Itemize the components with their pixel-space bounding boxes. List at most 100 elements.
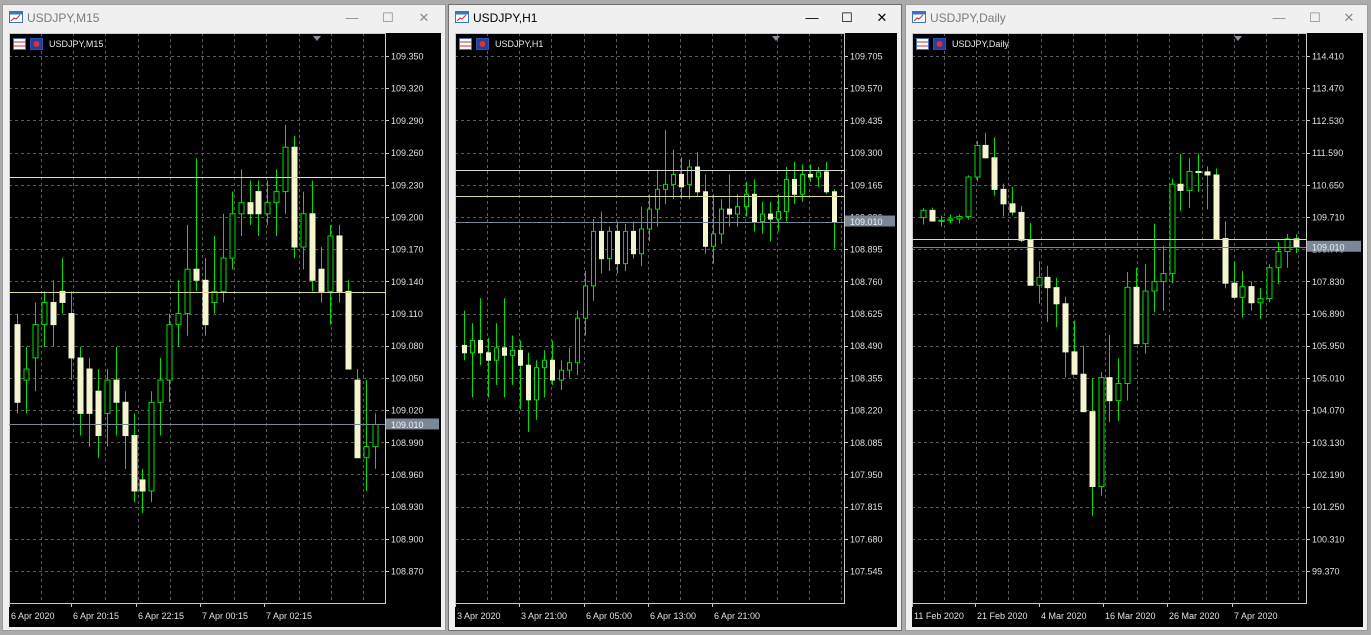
candle-body xyxy=(202,279,209,326)
candle-body xyxy=(655,188,660,210)
candle-body xyxy=(510,349,515,356)
candle-body xyxy=(77,357,84,414)
candle-body xyxy=(663,183,668,190)
candle-body xyxy=(920,209,927,219)
candle-body xyxy=(526,364,531,401)
candle-body xyxy=(559,369,564,381)
x-tick-label: 26 Mar 2020 xyxy=(1169,611,1220,621)
chart-window-m15[interactable]: USDJPY,M15 — ☐ ✕ 109.350 109.320 109.290 10… xyxy=(2,4,446,631)
chart-window-icon xyxy=(9,10,23,24)
y-tick-label: 108.220 xyxy=(850,406,883,416)
y-tick-label: 107.680 xyxy=(850,534,883,544)
close-button[interactable]: ✕ xyxy=(871,8,893,28)
candle-body xyxy=(1231,282,1238,298)
candle-body xyxy=(671,173,676,185)
y-tick-label: 108.900 xyxy=(391,534,424,544)
candle-body xyxy=(982,144,989,159)
y-tick-label: 109.260 xyxy=(391,148,424,158)
candle-body xyxy=(711,233,716,247)
y-tick-label: 109.435 xyxy=(850,116,883,126)
y-tick-label: 108.990 xyxy=(391,438,424,448)
y-tick-label: 100.310 xyxy=(1312,534,1345,544)
y-tick-label: 109.080 xyxy=(391,341,424,351)
window-titlebar[interactable]: USDJPY,H1 — ☐ ✕ xyxy=(449,5,901,31)
candle-body xyxy=(808,173,813,178)
minimize-button[interactable]: — xyxy=(1268,8,1290,28)
candle-body xyxy=(1222,238,1229,284)
candle xyxy=(965,175,972,220)
y-tick-label: 108.490 xyxy=(850,341,883,351)
x-tick-label: 6 Apr 13:00 xyxy=(650,611,696,621)
minimize-button[interactable]: — xyxy=(801,8,823,28)
y-tick-label: 105.950 xyxy=(1312,341,1345,351)
y-tick-label: 109.140 xyxy=(391,277,424,287)
candlestick-chart-h1[interactable]: 109.705 109.570 109.435 109.300 109.165 109.0… xyxy=(455,33,897,627)
chart-window-h1[interactable]: USDJPY,H1 — ☐ ✕ 109.705 109.570 109.435 109… xyxy=(448,4,902,631)
y-tick-label: 109.350 xyxy=(391,52,424,62)
y-tick-label: 108.085 xyxy=(850,438,883,448)
maximize-button[interactable]: ☐ xyxy=(1304,8,1326,28)
candlestick-chart-m15[interactable]: 109.350 109.320 109.290 109.260 109.230 109.2… xyxy=(9,33,441,627)
x-tick-label: 16 Mar 2020 xyxy=(1105,611,1156,621)
candle xyxy=(1213,168,1220,240)
window-titlebar[interactable]: USDJPY,Daily — ☐ ✕ xyxy=(906,5,1367,31)
candle xyxy=(1098,372,1105,496)
chart-symbol-label: USDJPY,Daily xyxy=(952,39,1009,49)
minimize-button[interactable]: — xyxy=(341,8,363,28)
candle-body xyxy=(345,290,352,370)
candle-body xyxy=(14,324,21,403)
current-price-label: 109.010 xyxy=(391,420,424,430)
y-tick-label: 109.710 xyxy=(1312,212,1345,222)
candle-body xyxy=(1257,298,1264,304)
candle-body xyxy=(50,301,57,326)
price-chart[interactable]: 109.705 109.570 109.435 109.300 109.165 109.0… xyxy=(455,33,897,627)
candle-body xyxy=(354,379,361,459)
candle-body xyxy=(1044,276,1051,289)
candle-body xyxy=(784,178,789,213)
x-tick-label: 6 Apr 05:00 xyxy=(586,611,632,621)
y-tick-label: 109.570 xyxy=(850,84,883,94)
price-chart[interactable]: 109.350 109.320 109.290 109.260 109.230 109.2… xyxy=(9,33,441,627)
candle-body xyxy=(1142,290,1149,345)
candle-body xyxy=(550,359,555,381)
candle-body xyxy=(122,401,129,437)
candle-body xyxy=(41,301,48,326)
candle xyxy=(1124,271,1131,401)
flag-us-icon xyxy=(13,38,26,50)
close-button[interactable]: ✕ xyxy=(413,8,435,28)
candle-body xyxy=(947,218,954,221)
candle-body xyxy=(211,290,218,303)
maximize-button[interactable]: ☐ xyxy=(377,8,399,28)
candle-body xyxy=(148,401,155,492)
candle-body xyxy=(1133,286,1140,345)
candle-body xyxy=(1284,238,1291,253)
y-tick-label: 107.545 xyxy=(850,567,883,577)
candle-body xyxy=(166,324,173,381)
chart-window-daily[interactable]: USDJPY,Daily — ☐ ✕ 114.410 113.470 112.530… xyxy=(905,4,1368,631)
close-button[interactable]: ✕ xyxy=(1338,8,1360,28)
maximize-button[interactable]: ☐ xyxy=(836,8,858,28)
candle-body xyxy=(1213,174,1220,240)
chart-symbol-label: USDJPY,M15 xyxy=(49,39,103,49)
candle xyxy=(336,224,343,303)
chart-window-icon xyxy=(455,10,469,24)
y-tick-label: 109.110 xyxy=(391,309,423,319)
candle-body xyxy=(478,339,483,354)
window-title: USDJPY,M15 xyxy=(27,11,100,25)
candle-body xyxy=(1186,171,1193,191)
candle-body xyxy=(534,367,539,401)
candle-body xyxy=(131,435,138,492)
candle-body xyxy=(494,347,499,361)
candle-body xyxy=(372,423,379,448)
candlestick-chart-daily[interactable]: 114.410 113.470 112.530 111.590 110.650 109.7… xyxy=(912,33,1363,627)
y-tick-label: 109.705 xyxy=(850,52,883,62)
candle-body xyxy=(1177,183,1184,191)
window-titlebar[interactable]: USDJPY,M15 — ☐ ✕ xyxy=(3,5,445,31)
candle-body xyxy=(229,213,236,259)
price-chart[interactable]: 114.410 113.470 112.530 111.590 110.650 109.7… xyxy=(912,33,1363,627)
y-tick-label: 102.190 xyxy=(1312,470,1345,480)
candle-body xyxy=(95,390,102,437)
candle-body xyxy=(1266,267,1273,300)
y-tick-label: 113.470 xyxy=(1312,84,1344,94)
y-tick-label: 108.895 xyxy=(850,245,883,255)
